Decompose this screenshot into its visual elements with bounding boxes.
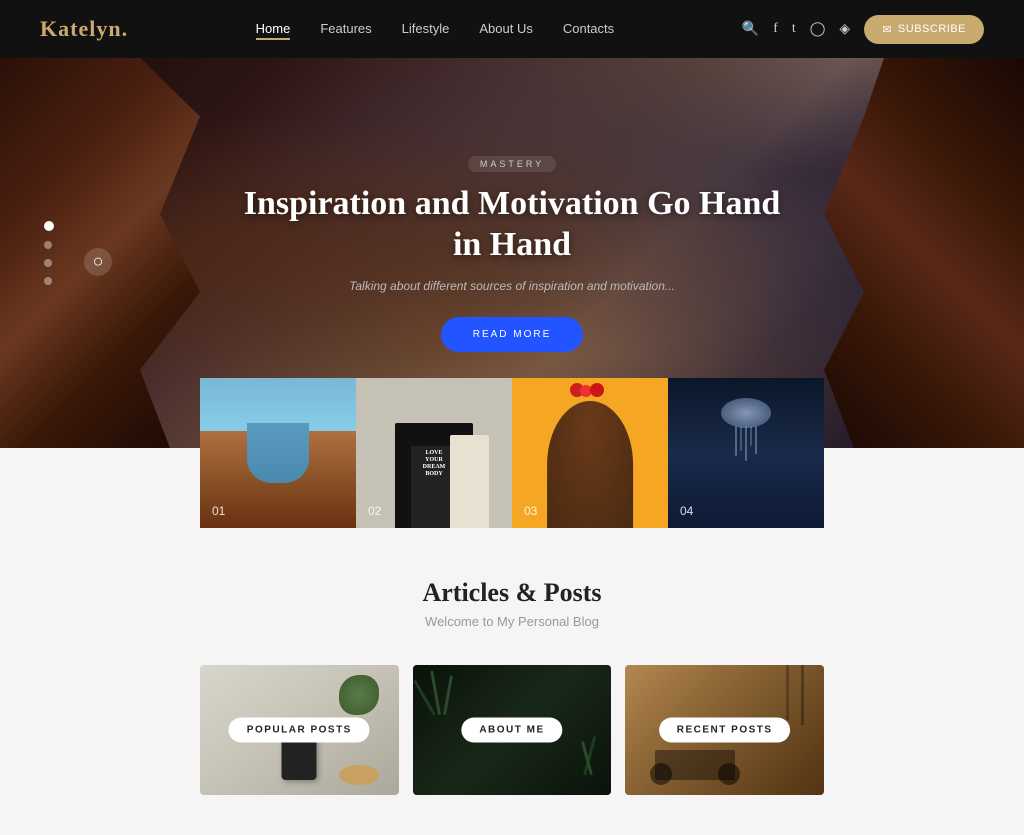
gallery-num-2: 02 <box>368 504 381 518</box>
popular-posts-label: POPULAR POSTS <box>229 718 370 743</box>
post-grid: POPULAR POSTS ABOUT ME <box>200 665 824 795</box>
slider-controls: ○ <box>44 221 54 285</box>
gallery-item-1[interactable]: 01 <box>200 378 356 528</box>
nav-right: 🔍 f t ◯ ◈ ✉ SUBSCRIBE <box>742 15 984 44</box>
slider-dot-1[interactable] <box>44 221 54 231</box>
subscribe-button[interactable]: ✉ SUBSCRIBE <box>864 15 984 44</box>
hero-subtitle: Talking about different sources of inspi… <box>232 279 792 293</box>
about-me-card[interactable]: ABOUT ME <box>413 665 612 795</box>
section-title: Articles & Posts <box>200 578 824 608</box>
slider-dot-2[interactable] <box>44 241 52 249</box>
nav-links: Home Features Lifestyle About Us Contact… <box>256 20 615 38</box>
gallery-item-4[interactable]: 04 <box>668 378 824 528</box>
slider-dot-4[interactable] <box>44 277 52 285</box>
gallery-item-2[interactable]: LOVEYOURDREAMBODY 02 <box>356 378 512 528</box>
nav-lifestyle[interactable]: Lifestyle <box>402 21 450 36</box>
nav-features[interactable]: Features <box>320 21 371 36</box>
gallery-strip: 01 LOVEYOURDREAMBODY 02 03 04 <box>0 378 1024 528</box>
slider-dot-3[interactable] <box>44 259 52 267</box>
gallery-item-3[interactable]: 03 <box>512 378 668 528</box>
plant-decoration <box>339 675 379 715</box>
read-more-button[interactable]: READ MORE <box>441 317 584 352</box>
gallery-num-3: 03 <box>524 504 537 518</box>
nav-contacts[interactable]: Contacts <box>563 21 614 36</box>
nav-home[interactable]: Home <box>256 21 291 40</box>
nav-about[interactable]: About Us <box>479 21 532 36</box>
other-social-icon[interactable]: ◈ <box>839 21 850 38</box>
gallery-num-1: 01 <box>212 504 225 518</box>
recent-posts-label: RECENT POSTS <box>659 718 791 743</box>
about-me-label: ABOUT ME <box>461 718 562 743</box>
slider-arrow-up[interactable]: ○ <box>84 248 112 276</box>
site-logo[interactable]: Katelyn. <box>40 16 128 42</box>
navbar: Katelyn. Home Features Lifestyle About U… <box>0 0 1024 58</box>
articles-section: Articles & Posts Welcome to My Personal … <box>0 528 1024 835</box>
hero-title: Inspiration and Motivation Go Hand in Ha… <box>232 184 792 266</box>
popular-posts-card[interactable]: POPULAR POSTS <box>200 665 399 795</box>
hero-tag: MASTERY <box>468 156 556 172</box>
gallery-num-4: 04 <box>680 504 693 518</box>
instagram-icon[interactable]: ◯ <box>810 21 826 38</box>
search-icon[interactable]: 🔍 <box>742 21 759 38</box>
subscribe-icon: ✉ <box>882 23 892 36</box>
twitter-icon[interactable]: t <box>792 21 796 37</box>
section-subtitle: Welcome to My Personal Blog <box>200 614 824 629</box>
facebook-icon[interactable]: f <box>773 21 778 37</box>
recent-posts-card[interactable]: RECENT POSTS <box>625 665 824 795</box>
hero-content: MASTERY Inspiration and Motivation Go Ha… <box>232 154 792 353</box>
